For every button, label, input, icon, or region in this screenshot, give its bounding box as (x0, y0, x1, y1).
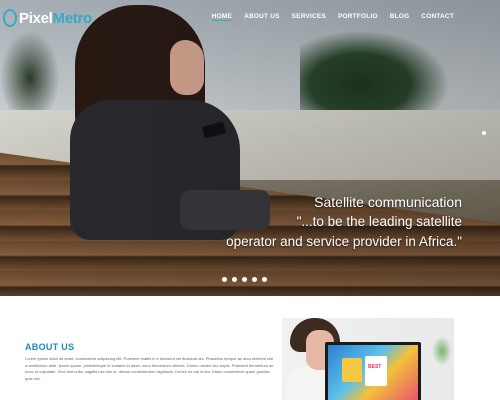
screen-card (342, 358, 362, 382)
plant (432, 336, 452, 366)
slider-dots (222, 277, 267, 282)
hero-quote-line1: "...to be the leading satellite (296, 214, 462, 229)
main-nav: HOME ABOUT US SERVICES PORTFOLIO BLOG CO… (211, 13, 454, 21)
slider-dot[interactable] (242, 277, 247, 282)
hero-overlay (0, 0, 500, 296)
hero-quote-line2: operator and service provider in Africa.… (226, 234, 462, 249)
hero-title: Satellite communication (314, 194, 462, 210)
screen-card (365, 356, 387, 386)
slider-indicator (482, 131, 486, 135)
hero-caption: Satellite communication "...to be the le… (226, 193, 462, 251)
logo[interactable]: Pixel Metro (3, 9, 92, 27)
slider-dot[interactable] (232, 277, 237, 282)
logo-text-part2: Metro (52, 9, 93, 27)
nav-portfolio[interactable]: PORTFOLIO (338, 13, 378, 21)
about-text: Lorem ipsum dolor sit amet, consectetur … (25, 356, 274, 381)
screen-label: BEST (368, 364, 382, 370)
about-photo: BEST (282, 318, 454, 400)
slider-dot[interactable] (262, 277, 267, 282)
nav-blog[interactable]: BLOG (390, 13, 410, 21)
nav-contact[interactable]: CONTACT (421, 13, 454, 21)
hero-slider: Pixel Metro HOME ABOUT US SERVICES PORTF… (0, 0, 500, 296)
about-title: ABOUT US (25, 342, 75, 352)
nav-home[interactable]: HOME (211, 13, 233, 21)
slider-dot[interactable] (252, 277, 257, 282)
logo-text-part1: Pixel (19, 9, 53, 27)
logo-icon (3, 9, 17, 27)
slider-dot[interactable] (222, 277, 227, 282)
nav-about-us[interactable]: ABOUT US (244, 13, 280, 21)
nav-services[interactable]: SERVICES (292, 13, 326, 21)
